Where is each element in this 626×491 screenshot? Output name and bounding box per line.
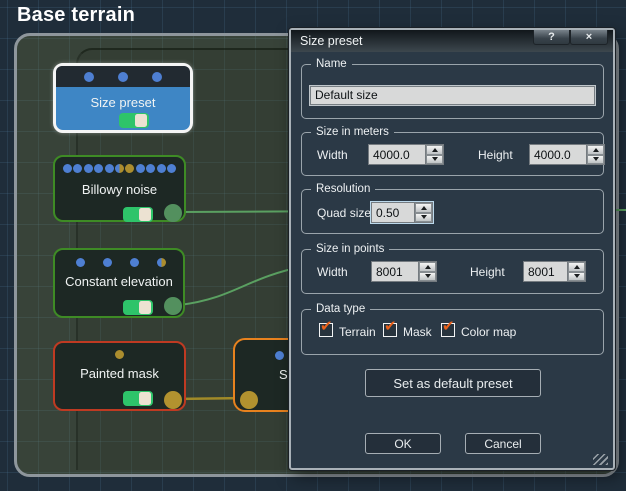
node-port-dots xyxy=(55,164,184,173)
port-dot-blue xyxy=(104,164,114,173)
node-billowy-noise-label: Billowy noise xyxy=(81,182,158,197)
port-dot-blue xyxy=(83,164,93,173)
port-dot-half xyxy=(114,164,124,173)
meters-width-value[interactable]: 4000.0 xyxy=(369,145,425,164)
quad-size-value[interactable]: 0.50 xyxy=(372,203,414,222)
port-dot-blue xyxy=(135,164,145,173)
output-port-mask[interactable] xyxy=(164,391,182,409)
check-icon: ✔ xyxy=(384,318,397,335)
node-painted-mask[interactable]: Painted mask xyxy=(53,341,186,411)
port-dot-blue xyxy=(94,164,104,173)
group-resolution: Resolution Quad size 0.50 xyxy=(301,183,604,234)
node-billowy-noise[interactable]: Billowy noise xyxy=(53,155,186,222)
checkbox-mask-label: Mask xyxy=(403,325,432,339)
node-size-preset[interactable]: Size preset xyxy=(53,63,193,133)
node-port-dots xyxy=(55,258,183,267)
points-width-label: Width xyxy=(317,265,348,279)
port-dot-olive xyxy=(115,350,124,359)
points-height-value[interactable]: 8001 xyxy=(524,262,567,281)
port-dot-blue xyxy=(130,258,139,267)
port-dot-half xyxy=(157,258,166,267)
spin-up-icon[interactable] xyxy=(568,262,585,272)
port-dot-blue xyxy=(103,258,112,267)
spin-down-icon[interactable] xyxy=(419,271,436,281)
set-default-preset-button[interactable]: Set as default preset xyxy=(365,369,541,397)
spin-up-icon[interactable] xyxy=(426,145,443,155)
spin-down-icon[interactable] xyxy=(415,212,432,222)
port-dot-blue xyxy=(73,164,83,173)
checkbox-color-map[interactable]: ✔ xyxy=(441,318,455,337)
meters-height-spinner[interactable]: 4000.0 xyxy=(529,144,605,165)
group-size-meters-legend: Size in meters xyxy=(311,126,394,138)
group-size-points-legend: Size in points xyxy=(311,243,390,255)
node-painted-mask-label: Painted mask xyxy=(80,366,159,381)
group-size-meters: Size in meters Width 4000.0 Height 4000.… xyxy=(301,126,605,176)
group-resolution-legend: Resolution xyxy=(311,183,376,195)
port-dot-blue xyxy=(146,164,156,173)
meters-height-label: Height xyxy=(478,148,513,162)
port-dot-blue xyxy=(166,164,176,173)
checkbox-mask[interactable]: ✔ xyxy=(383,318,397,337)
meters-width-label: Width xyxy=(317,148,348,162)
meters-width-spinner[interactable]: 4000.0 xyxy=(368,144,444,165)
output-port-terrain[interactable] xyxy=(164,297,182,315)
node-constant-elevation[interactable]: Constant elevation xyxy=(53,248,185,318)
dialog-title: Size preset xyxy=(300,34,363,48)
port-dot-blue xyxy=(156,164,166,173)
group-name-legend: Name xyxy=(311,58,352,70)
toggle-knob-icon xyxy=(139,392,151,405)
checkbox-color-map-label: Color map xyxy=(461,325,517,339)
port-dot-blue xyxy=(76,258,85,267)
port-dot-olive xyxy=(125,164,135,173)
toggle-knob-icon xyxy=(135,114,147,127)
port-dot-blue xyxy=(275,351,284,360)
node-enable-toggle[interactable] xyxy=(119,113,149,128)
points-height-label: Height xyxy=(470,265,505,279)
toggle-knob-icon xyxy=(139,208,151,221)
spin-up-icon[interactable] xyxy=(587,145,604,155)
points-width-value[interactable]: 8001 xyxy=(372,262,418,281)
node-enable-toggle[interactable] xyxy=(123,391,153,406)
page-title: Base terrain xyxy=(17,4,136,26)
help-button[interactable]: ? xyxy=(533,30,570,45)
size-preset-dialog: Size preset ? × Name Default size Size i… xyxy=(289,28,615,470)
cancel-button[interactable]: Cancel xyxy=(465,433,541,454)
node-size-preset-label: Size preset xyxy=(90,95,156,110)
points-width-spinner[interactable]: 8001 xyxy=(371,261,437,282)
checkbox-terrain[interactable]: ✔ xyxy=(319,318,333,337)
check-icon: ✔ xyxy=(320,318,333,335)
check-icon: ✔ xyxy=(442,318,455,335)
toggle-knob-icon xyxy=(139,301,151,314)
output-port-terrain[interactable] xyxy=(164,204,182,222)
resize-grip[interactable] xyxy=(593,454,608,465)
spin-up-icon[interactable] xyxy=(415,203,432,213)
quad-size-spinner[interactable]: 0.50 xyxy=(371,202,433,223)
points-height-spinner[interactable]: 8001 xyxy=(523,261,586,282)
spin-up-icon[interactable] xyxy=(419,262,436,272)
node-enable-toggle[interactable] xyxy=(123,207,153,222)
node-enable-toggle[interactable] xyxy=(123,300,153,315)
input-port-mask[interactable] xyxy=(240,391,258,409)
port-dot-blue xyxy=(63,164,72,173)
port-dot-blue xyxy=(84,72,94,82)
spin-down-icon[interactable] xyxy=(587,154,604,164)
close-button[interactable]: × xyxy=(570,30,608,45)
port-dot-blue xyxy=(118,72,128,82)
checkbox-terrain-label: Terrain xyxy=(339,325,376,339)
screen: Base terrain Size preset Billowy noise C… xyxy=(0,0,626,491)
node-constant-elevation-label: Constant elevation xyxy=(65,274,173,289)
ok-button[interactable]: OK xyxy=(365,433,441,454)
group-size-points: Size in points Width 8001 Height 8001 xyxy=(301,243,604,294)
name-input[interactable]: Default size xyxy=(310,86,595,105)
node-port-dots xyxy=(56,72,190,82)
spin-down-icon[interactable] xyxy=(426,154,443,164)
meters-height-value[interactable]: 4000.0 xyxy=(530,145,586,164)
node-port-dots xyxy=(55,350,184,359)
port-dot-blue xyxy=(152,72,162,82)
quad-size-label: Quad size xyxy=(317,206,372,220)
group-data-type: Data type ✔ Terrain ✔ Mask ✔ Color map xyxy=(301,303,604,355)
group-data-type-legend: Data type xyxy=(311,303,371,315)
spin-down-icon[interactable] xyxy=(568,271,585,281)
group-name: Name Default size xyxy=(301,58,604,119)
